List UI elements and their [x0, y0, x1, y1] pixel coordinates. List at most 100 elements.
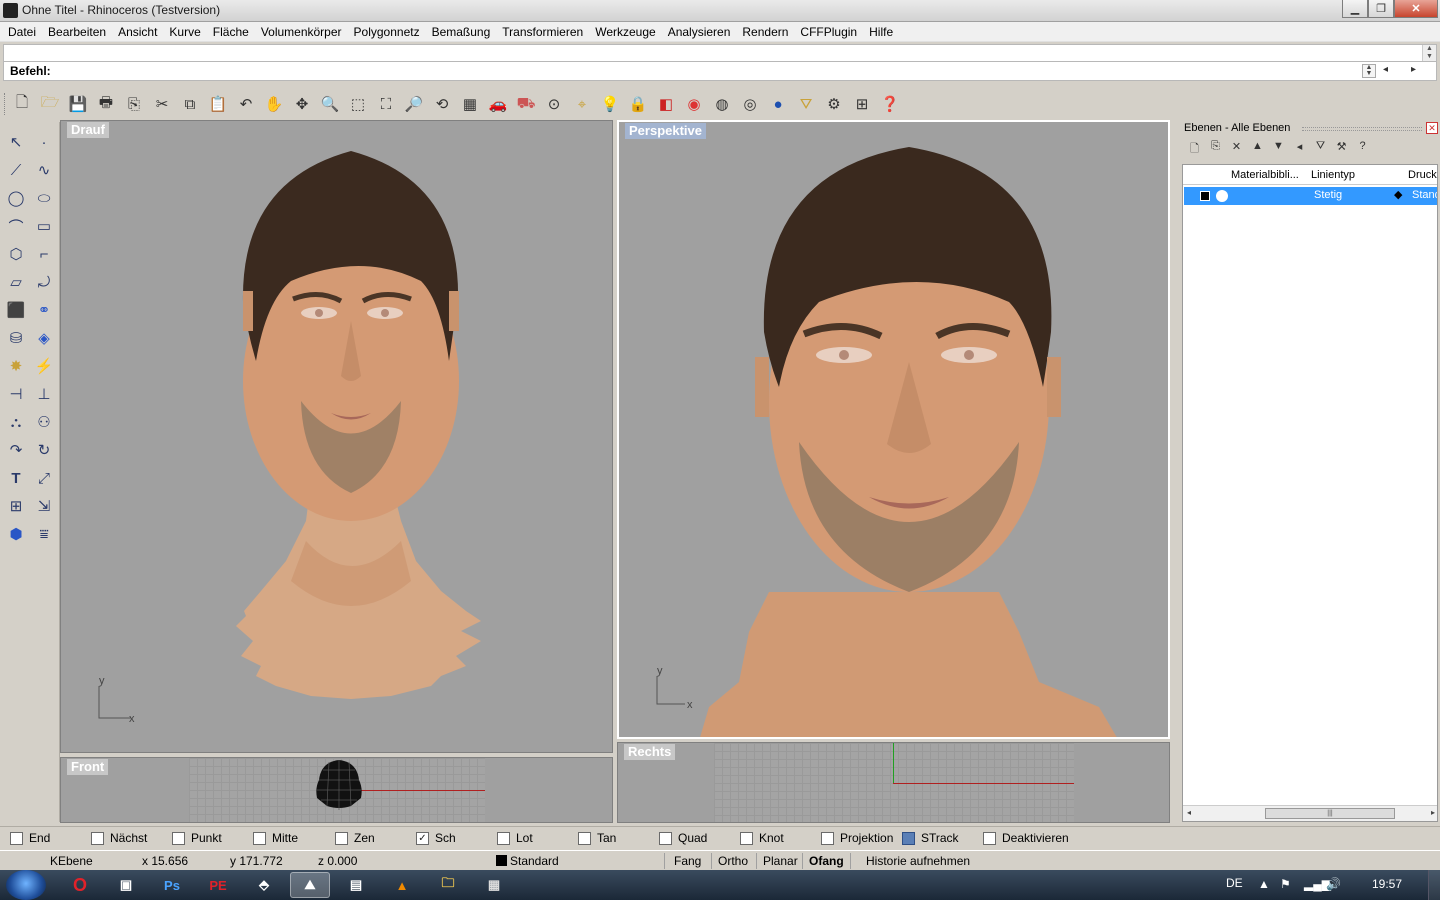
render-sphere-icon[interactable]: ◎	[736, 92, 764, 116]
move-up-icon[interactable]: ▲	[1247, 140, 1268, 156]
osnap-sch[interactable]: ✓ Sch	[416, 831, 456, 845]
zoom-window-icon[interactable]: ⬚	[344, 92, 372, 116]
panel-close-icon[interactable]: ✕	[1426, 122, 1438, 134]
menu-volumenkoerper[interactable]: Volumenkörper	[255, 25, 348, 39]
menu-werkzeuge[interactable]: Werkzeuge	[589, 25, 661, 39]
layer-material-icon[interactable]	[1216, 190, 1228, 202]
new-layer-icon[interactable]: 🗋	[1184, 140, 1205, 156]
osnap-projektion[interactable]: Projektion	[821, 831, 893, 845]
start-button[interactable]	[6, 870, 46, 900]
zoom-selected-icon[interactable]: 🔎	[400, 92, 428, 116]
lock-icon[interactable]: 🔒	[624, 92, 652, 116]
menu-bemassung[interactable]: Bemaßung	[426, 25, 497, 39]
osnap-mitte[interactable]: Mitte	[253, 831, 298, 845]
wireframe-sphere-icon[interactable]: ◍	[708, 92, 736, 116]
grid-plane-icon[interactable]: ⩸	[30, 520, 58, 548]
osnap-icon[interactable]: ⌖	[568, 92, 596, 116]
zoom-dynamic-icon[interactable]: 🔍	[316, 92, 344, 116]
layer-color-swatch[interactable]	[1200, 191, 1210, 201]
ellipse-icon[interactable]: ⬭	[30, 184, 58, 212]
osnap-quad[interactable]: Quad	[659, 831, 707, 845]
curve-icon[interactable]: ∿	[30, 156, 58, 184]
cut-icon[interactable]: ✂	[148, 92, 176, 116]
tool-app-icon[interactable]: ⬘	[244, 872, 284, 898]
pe-app-icon[interactable]: PE	[198, 872, 238, 898]
vlc-icon[interactable]: ▲	[382, 872, 422, 898]
filter-icon[interactable]: ⛛	[1310, 140, 1331, 156]
status-fang[interactable]: Fang	[674, 854, 701, 868]
status-layer[interactable]: Standard	[496, 854, 559, 868]
remote-desktop-icon[interactable]: ▣	[106, 872, 146, 898]
join-icon[interactable]: ⊥	[30, 380, 58, 408]
zoom-extents-icon[interactable]: ⛶	[372, 92, 400, 116]
action-center-flag-icon[interactable]: ⚑	[1280, 877, 1291, 891]
cylinder-icon[interactable]: ⛁	[2, 324, 30, 352]
boolean-icon[interactable]: ⚭	[30, 296, 58, 324]
menu-polygonnetz[interactable]: Polygonnetz	[348, 25, 426, 39]
menu-kurve[interactable]: Kurve	[163, 25, 206, 39]
tray-arrow-icon[interactable]: ▲	[1258, 877, 1270, 891]
show-desktop-button[interactable]	[1428, 870, 1440, 900]
export-icon[interactable]: ⎘	[120, 92, 148, 116]
move-icon[interactable]: ⇲	[30, 492, 58, 520]
explode-icon[interactable]: ✸	[2, 352, 30, 380]
menu-flaeche[interactable]: Fläche	[207, 25, 255, 39]
move-down-icon[interactable]: ▼	[1268, 140, 1289, 156]
circle-icon[interactable]: ◯	[2, 184, 30, 212]
grid-snap-icon[interactable]: ⊞	[848, 92, 876, 116]
viewport-right[interactable]: Rechts	[617, 742, 1170, 823]
scroll-left-arrow-icon[interactable]: ◂	[1187, 808, 1191, 817]
maximize-button[interactable]: ❐	[1368, 0, 1394, 18]
viewport-label-right[interactable]: Rechts	[624, 744, 676, 760]
copy-icon[interactable]: ⧉	[176, 92, 204, 116]
viewport-perspective[interactable]: Perspektive y x	[617, 120, 1170, 739]
layer-help-icon[interactable]: ?	[1352, 140, 1373, 156]
loft-icon[interactable]: ⤾	[30, 268, 58, 296]
split-icon[interactable]: ⊣	[2, 380, 30, 408]
osnap-lot[interactable]: Lot	[497, 831, 533, 845]
select-arrow-icon[interactable]: ↖	[2, 128, 30, 156]
print-icon[interactable]: 🖶	[92, 92, 120, 116]
menu-hilfe[interactable]: Hilfe	[863, 25, 899, 39]
open-file-icon[interactable]: 🗁	[36, 92, 64, 116]
language-indicator[interactable]: DE	[1226, 876, 1243, 890]
panel-grip[interactable]	[1302, 127, 1422, 131]
rotate-view-icon[interactable]: ✥	[288, 92, 316, 116]
point-icon[interactable]: ·	[30, 128, 58, 156]
undo-view-icon[interactable]: ⟲	[428, 92, 456, 116]
osnap-punkt[interactable]: Punkt	[172, 831, 222, 845]
move-out-icon[interactable]: ◂	[1289, 140, 1310, 156]
menu-rendern[interactable]: Rendern	[736, 25, 794, 39]
fillet-curve-icon[interactable]: ⌐	[30, 240, 58, 268]
shaded-sphere-icon[interactable]: ●	[764, 92, 792, 116]
osnap-end[interactable]: End	[10, 831, 50, 845]
group-icon[interactable]: ⛬	[2, 408, 30, 436]
volume-icon[interactable]: 🔊	[1326, 877, 1341, 891]
col-material[interactable]: Materialbibli...	[1231, 169, 1299, 181]
delete-layer-icon[interactable]: ✕	[1226, 140, 1247, 156]
help-icon[interactable]: ❓	[876, 92, 904, 116]
osnap-zen[interactable]: Zen	[335, 831, 375, 845]
scroll-left-icon[interactable]: ◂	[1383, 64, 1388, 75]
polygon-icon[interactable]: ⬡	[2, 240, 30, 268]
minimize-button[interactable]: ▁	[1342, 0, 1368, 18]
status-ofang[interactable]: Ofang	[809, 854, 844, 868]
opera-icon[interactable]: O	[60, 872, 100, 898]
cplane-icon[interactable]: ⊙	[540, 92, 568, 116]
osnap-deaktivieren[interactable]: Deaktivieren	[983, 831, 1069, 845]
viewport-label-top[interactable]: Drauf	[67, 122, 109, 138]
trim-icon[interactable]: ⚡	[30, 352, 58, 380]
rhino-taskbar-icon[interactable]: ⛰	[290, 872, 330, 898]
viewport-front[interactable]: Front	[60, 757, 613, 823]
status-cplane[interactable]: KEbene	[50, 854, 93, 868]
viewport-label-perspective[interactable]: Perspektive	[625, 123, 706, 139]
new-sublayer-icon[interactable]: ⎘	[1205, 140, 1226, 156]
osnap-strack[interactable]: STrack	[902, 831, 959, 845]
viewport-top[interactable]: Drauf y x	[60, 120, 613, 753]
arc-icon[interactable]: ⌒	[2, 212, 30, 240]
scroll-right-icon[interactable]: ▸	[1411, 64, 1416, 75]
layer-row[interactable]: Stetig ◆ Stand	[1184, 187, 1437, 205]
status-history[interactable]: Historie aufnehmen	[866, 854, 970, 868]
array-icon[interactable]: ⊞	[2, 492, 30, 520]
light-bulb-icon[interactable]: 💡	[596, 92, 624, 116]
